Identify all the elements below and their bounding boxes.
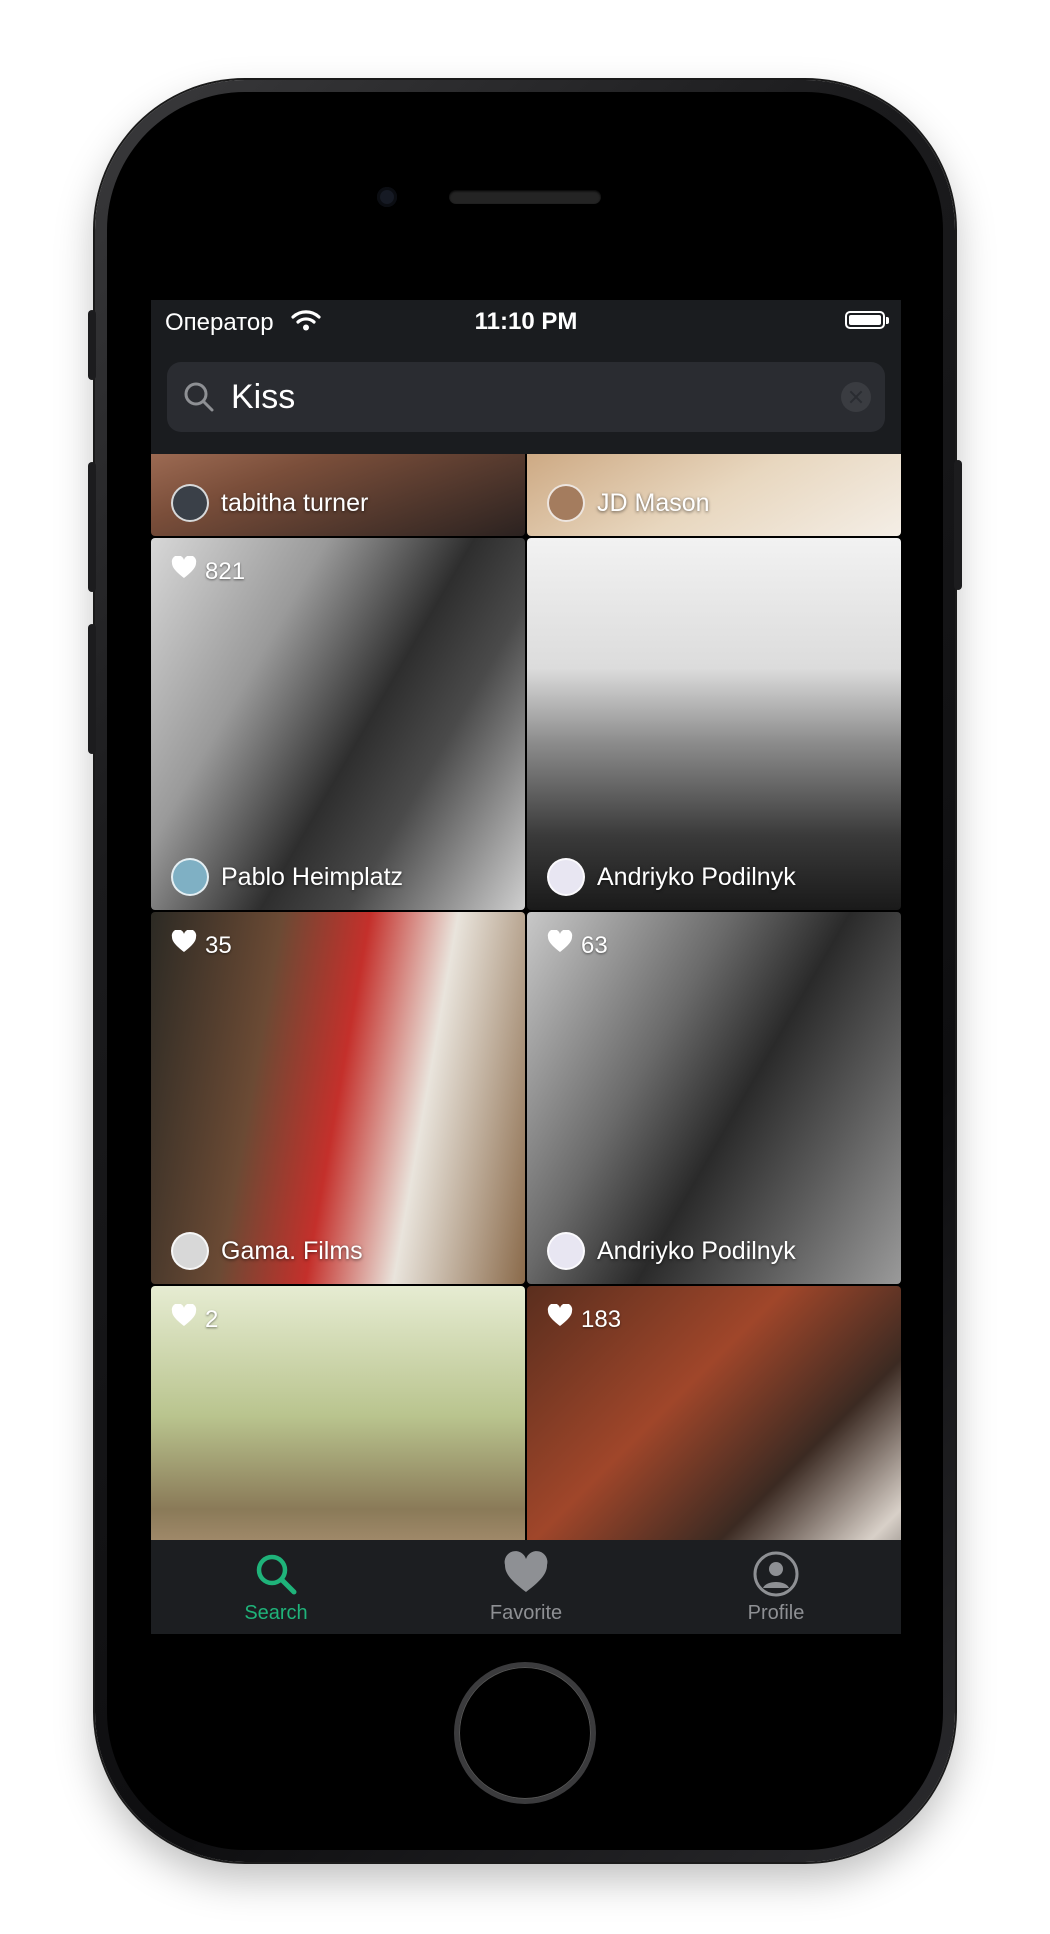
tab-favorite[interactable]: Favorite: [401, 1550, 651, 1625]
like-count-value: 2: [205, 1305, 219, 1333]
photo-card[interactable]: 2: [151, 1286, 525, 1540]
heart-icon: [401, 1550, 651, 1598]
like-count[interactable]: 63: [547, 929, 608, 961]
photo-card[interactable]: 63 Andriyko Podilnyk: [527, 912, 901, 1284]
search-bar[interactable]: [167, 362, 885, 432]
tab-label: Profile: [747, 1602, 805, 1624]
front-camera: [377, 187, 397, 207]
tab-label: Favorite: [489, 1602, 563, 1624]
author-name: Pablo Heimplatz: [221, 862, 404, 891]
photo-grid[interactable]: tabitha turner JD Mason 821 Pablo Heimpl…: [151, 454, 901, 1540]
mute-switch: [88, 310, 96, 380]
like-count[interactable]: 2: [171, 1303, 219, 1335]
author-name: JD Mason: [597, 488, 710, 517]
photo-author[interactable]: Andriyko Podilnyk: [547, 858, 796, 896]
photo-card[interactable]: Andriyko Podilnyk: [527, 538, 901, 910]
volume-up-button: [88, 462, 96, 592]
author-name: Andriyko Podilnyk: [597, 1236, 796, 1265]
clear-search-button[interactable]: [841, 382, 871, 412]
earpiece-speaker: [449, 190, 601, 204]
like-count[interactable]: 35: [171, 929, 232, 961]
photo-card[interactable]: tabitha turner: [151, 454, 525, 536]
photo-author[interactable]: Pablo Heimplatz: [171, 858, 403, 896]
status-bar: Оператор 11:10 PM: [151, 300, 901, 342]
heart-icon: [171, 555, 197, 587]
like-count[interactable]: 821: [171, 555, 246, 587]
heart-icon: [171, 1303, 197, 1335]
photo-author[interactable]: Gama. Films: [171, 1232, 363, 1270]
avatar: [171, 858, 209, 896]
avatar: [547, 858, 585, 896]
photo-card[interactable]: 35 Gama. Films: [151, 912, 525, 1284]
avatar: [171, 484, 209, 522]
author-name: Gama. Films: [221, 1236, 363, 1265]
search-icon: [181, 379, 217, 420]
tab-search[interactable]: Search: [151, 1550, 401, 1625]
avatar: [547, 484, 585, 522]
avatar: [171, 1232, 209, 1270]
author-name: Andriyko Podilnyk: [597, 862, 796, 891]
power-button: [954, 460, 962, 590]
heart-icon: [171, 929, 197, 961]
volume-down-button: [88, 624, 96, 754]
status-time: 11:10 PM: [474, 308, 578, 335]
photo-card[interactable]: JD Mason: [527, 454, 901, 536]
tab-label: Search: [244, 1602, 308, 1624]
like-count[interactable]: 183: [547, 1303, 622, 1335]
person-circle-icon: [651, 1550, 901, 1598]
like-count-value: 63: [581, 931, 608, 959]
avatar: [547, 1232, 585, 1270]
search-input[interactable]: [231, 374, 791, 420]
like-count-value: 821: [205, 557, 246, 585]
battery-icon: [845, 311, 889, 329]
photo-card[interactable]: 183: [527, 1286, 901, 1540]
tab-bar: Search Favorite Profile: [151, 1540, 901, 1634]
photo-author[interactable]: Andriyko Podilnyk: [547, 1232, 796, 1270]
like-count-value: 35: [205, 931, 232, 959]
photo-author[interactable]: tabitha turner: [171, 484, 368, 522]
heart-icon: [547, 1303, 573, 1335]
photo-author[interactable]: JD Mason: [547, 484, 710, 522]
tab-profile[interactable]: Profile: [651, 1550, 901, 1625]
app-screen: Оператор 11:10 PM tabitha turner: [151, 300, 901, 1634]
like-count-value: 183: [581, 1305, 622, 1333]
author-name: tabitha turner: [221, 488, 369, 517]
home-button[interactable]: [459, 1667, 591, 1799]
photo-card[interactable]: 821 Pablo Heimplatz: [151, 538, 525, 910]
search-icon: [151, 1550, 401, 1598]
heart-icon: [547, 929, 573, 961]
